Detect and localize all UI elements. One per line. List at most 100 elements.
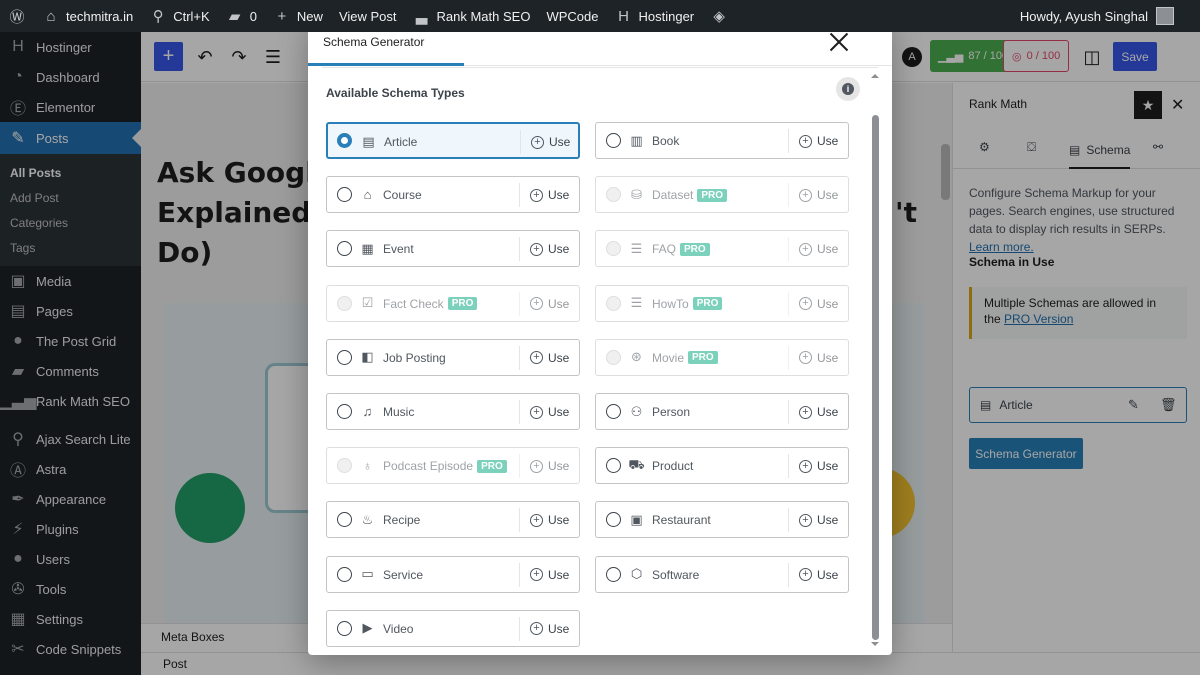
divider bbox=[322, 67, 878, 68]
plus-icon: + bbox=[277, 7, 287, 25]
schema-type-job-posting[interactable]: ◧ Job Posting + Use bbox=[326, 338, 580, 376]
schema-type-name: Recipe bbox=[383, 513, 421, 528]
schema-radio bbox=[606, 295, 621, 311]
schema-type-podcast-episode: ♁ Podcast Episode PRO + Use bbox=[326, 447, 580, 485]
schema-type-label: Event bbox=[383, 242, 414, 256]
use-schema-button[interactable]: + Use bbox=[519, 616, 569, 641]
plus-circle-icon: + bbox=[799, 568, 812, 582]
account-menu[interactable]: Howdy, Ayush Singhal bbox=[1020, 0, 1174, 32]
info-button[interactable]: i bbox=[836, 77, 860, 101]
use-label: Use bbox=[817, 350, 839, 365]
schema-radio bbox=[606, 187, 621, 203]
diamond-link[interactable]: ◈ bbox=[702, 0, 736, 32]
schema-type-label: Video bbox=[383, 622, 413, 636]
schema-type-video[interactable]: ▶ Video + Use bbox=[326, 609, 580, 647]
schema-type-music[interactable]: ♫ Music + Use bbox=[326, 393, 580, 430]
schema-radio[interactable] bbox=[337, 620, 352, 636]
schema-type-label: Software bbox=[652, 568, 699, 582]
service-icon: ▭ bbox=[361, 566, 374, 582]
use-schema-button[interactable]: + Use bbox=[519, 508, 569, 533]
schema-radio[interactable] bbox=[337, 566, 352, 582]
use-schema-button[interactable]: + Use bbox=[519, 183, 569, 208]
use-schema-button[interactable]: + Use bbox=[519, 562, 569, 587]
schema-type-event[interactable]: ▦ Event + Use bbox=[326, 230, 580, 268]
rank-math-link[interactable]: ▃ Rank Math SEO bbox=[405, 0, 539, 32]
close-modal-button[interactable] bbox=[827, 30, 851, 54]
use-schema-button[interactable]: + Use bbox=[788, 400, 838, 424]
schema-type-fact-check: ☑ Fact Check PRO + Use bbox=[326, 284, 580, 322]
hostinger-label: Hostinger bbox=[638, 8, 695, 24]
schema-radio[interactable] bbox=[606, 566, 621, 582]
people-icon: ⚇ bbox=[630, 403, 643, 419]
avatar bbox=[1156, 7, 1174, 25]
view-post-label: View Post bbox=[338, 8, 397, 24]
microphone-icon: ♁ bbox=[362, 458, 373, 474]
use-schema-button[interactable]: + Use bbox=[788, 129, 838, 153]
scroll-up-icon[interactable] bbox=[871, 70, 879, 78]
schema-type-name: Article bbox=[384, 135, 418, 149]
info-icon: i bbox=[842, 83, 854, 95]
use-schema-button: + Use bbox=[788, 345, 839, 370]
scrollbar-thumb[interactable] bbox=[872, 115, 879, 640]
schema-type-label: Movie PRO bbox=[652, 351, 718, 365]
view-post-link[interactable]: View Post bbox=[331, 0, 405, 32]
schema-type-name: Podcast Episode bbox=[383, 459, 474, 474]
schema-type-label: Podcast Episode PRO bbox=[383, 459, 507, 473]
modal-scrollbar[interactable] bbox=[869, 70, 881, 650]
wpcode-link[interactable]: WPCode bbox=[538, 0, 606, 32]
schema-type-dataset: ⛁ Dataset PRO + Use bbox=[595, 176, 849, 214]
pro-badge: PRO bbox=[692, 297, 723, 311]
schema-radio[interactable] bbox=[337, 404, 352, 419]
use-label: Use bbox=[817, 405, 839, 419]
command-palette[interactable]: ⚲ Ctrl+K bbox=[141, 0, 217, 32]
schema-radio[interactable] bbox=[606, 133, 621, 148]
plus-circle-icon: + bbox=[799, 513, 812, 527]
schema-type-software[interactable]: ⬡ Software + Use bbox=[595, 555, 849, 593]
plus-circle-icon: + bbox=[799, 134, 812, 148]
use-schema-button[interactable]: + Use bbox=[788, 454, 838, 479]
use-schema-button[interactable]: + Use bbox=[519, 345, 569, 370]
plus-circle-icon: + bbox=[530, 405, 543, 419]
use-schema-button[interactable]: + Use bbox=[519, 400, 569, 424]
schema-radio[interactable] bbox=[606, 512, 621, 528]
schema-type-person[interactable]: ⚇ Person + Use bbox=[595, 393, 849, 430]
schema-type-restaurant[interactable]: ▣ Restaurant + Use bbox=[595, 501, 849, 539]
schema-type-service[interactable]: ▭ Service + Use bbox=[326, 555, 580, 593]
schema-radio[interactable] bbox=[337, 133, 352, 148]
schema-type-recipe[interactable]: ♨ Recipe + Use bbox=[326, 501, 580, 539]
comments-link[interactable]: ▰ 0 bbox=[218, 0, 265, 32]
use-schema-button[interactable]: + Use bbox=[520, 130, 570, 154]
megaphone-icon: ◧ bbox=[361, 349, 374, 365]
new-content-link[interactable]: + New bbox=[265, 0, 331, 32]
schema-radio[interactable] bbox=[606, 458, 621, 474]
wordpress-logo[interactable]: Ⓦ bbox=[0, 0, 34, 32]
plus-circle-icon: + bbox=[530, 513, 543, 527]
use-schema-button[interactable]: + Use bbox=[788, 508, 838, 533]
use-label: Use bbox=[817, 296, 839, 311]
pro-badge: PRO bbox=[688, 351, 718, 365]
use-label: Use bbox=[548, 459, 570, 474]
use-schema-button[interactable]: + Use bbox=[788, 562, 838, 587]
site-name: techmitra.in bbox=[66, 8, 134, 24]
site-name-link[interactable]: ⌂ techmitra.in bbox=[34, 0, 141, 32]
schema-type-name: Movie bbox=[652, 350, 685, 365]
scroll-down-icon[interactable] bbox=[871, 642, 879, 650]
schema-radio[interactable] bbox=[337, 187, 352, 203]
howto-list-icon: ☰ bbox=[630, 295, 643, 311]
plus-circle-icon: + bbox=[799, 405, 812, 419]
hostinger-link[interactable]: H Hostinger bbox=[606, 0, 702, 32]
schema-radio[interactable] bbox=[337, 349, 352, 365]
schema-type-book[interactable]: ▥ Book + Use bbox=[595, 122, 849, 159]
schema-type-course[interactable]: ⌂ Course + Use bbox=[326, 176, 580, 214]
schema-type-product[interactable]: ⛟ Product + Use bbox=[595, 447, 849, 485]
use-schema-button[interactable]: + Use bbox=[519, 237, 569, 262]
plus-circle-icon: + bbox=[530, 242, 543, 256]
schema-type-label: FAQ PRO bbox=[652, 242, 710, 256]
music-note-icon: ♫ bbox=[362, 404, 373, 419]
schema-type-article[interactable]: ▤ Article + Use bbox=[326, 122, 580, 159]
schema-radio[interactable] bbox=[337, 241, 352, 257]
schema-radio[interactable] bbox=[606, 404, 621, 419]
schema-type-label: Person bbox=[652, 405, 690, 419]
schema-radio[interactable] bbox=[337, 512, 352, 528]
search-shortcut: Ctrl+K bbox=[173, 8, 210, 24]
